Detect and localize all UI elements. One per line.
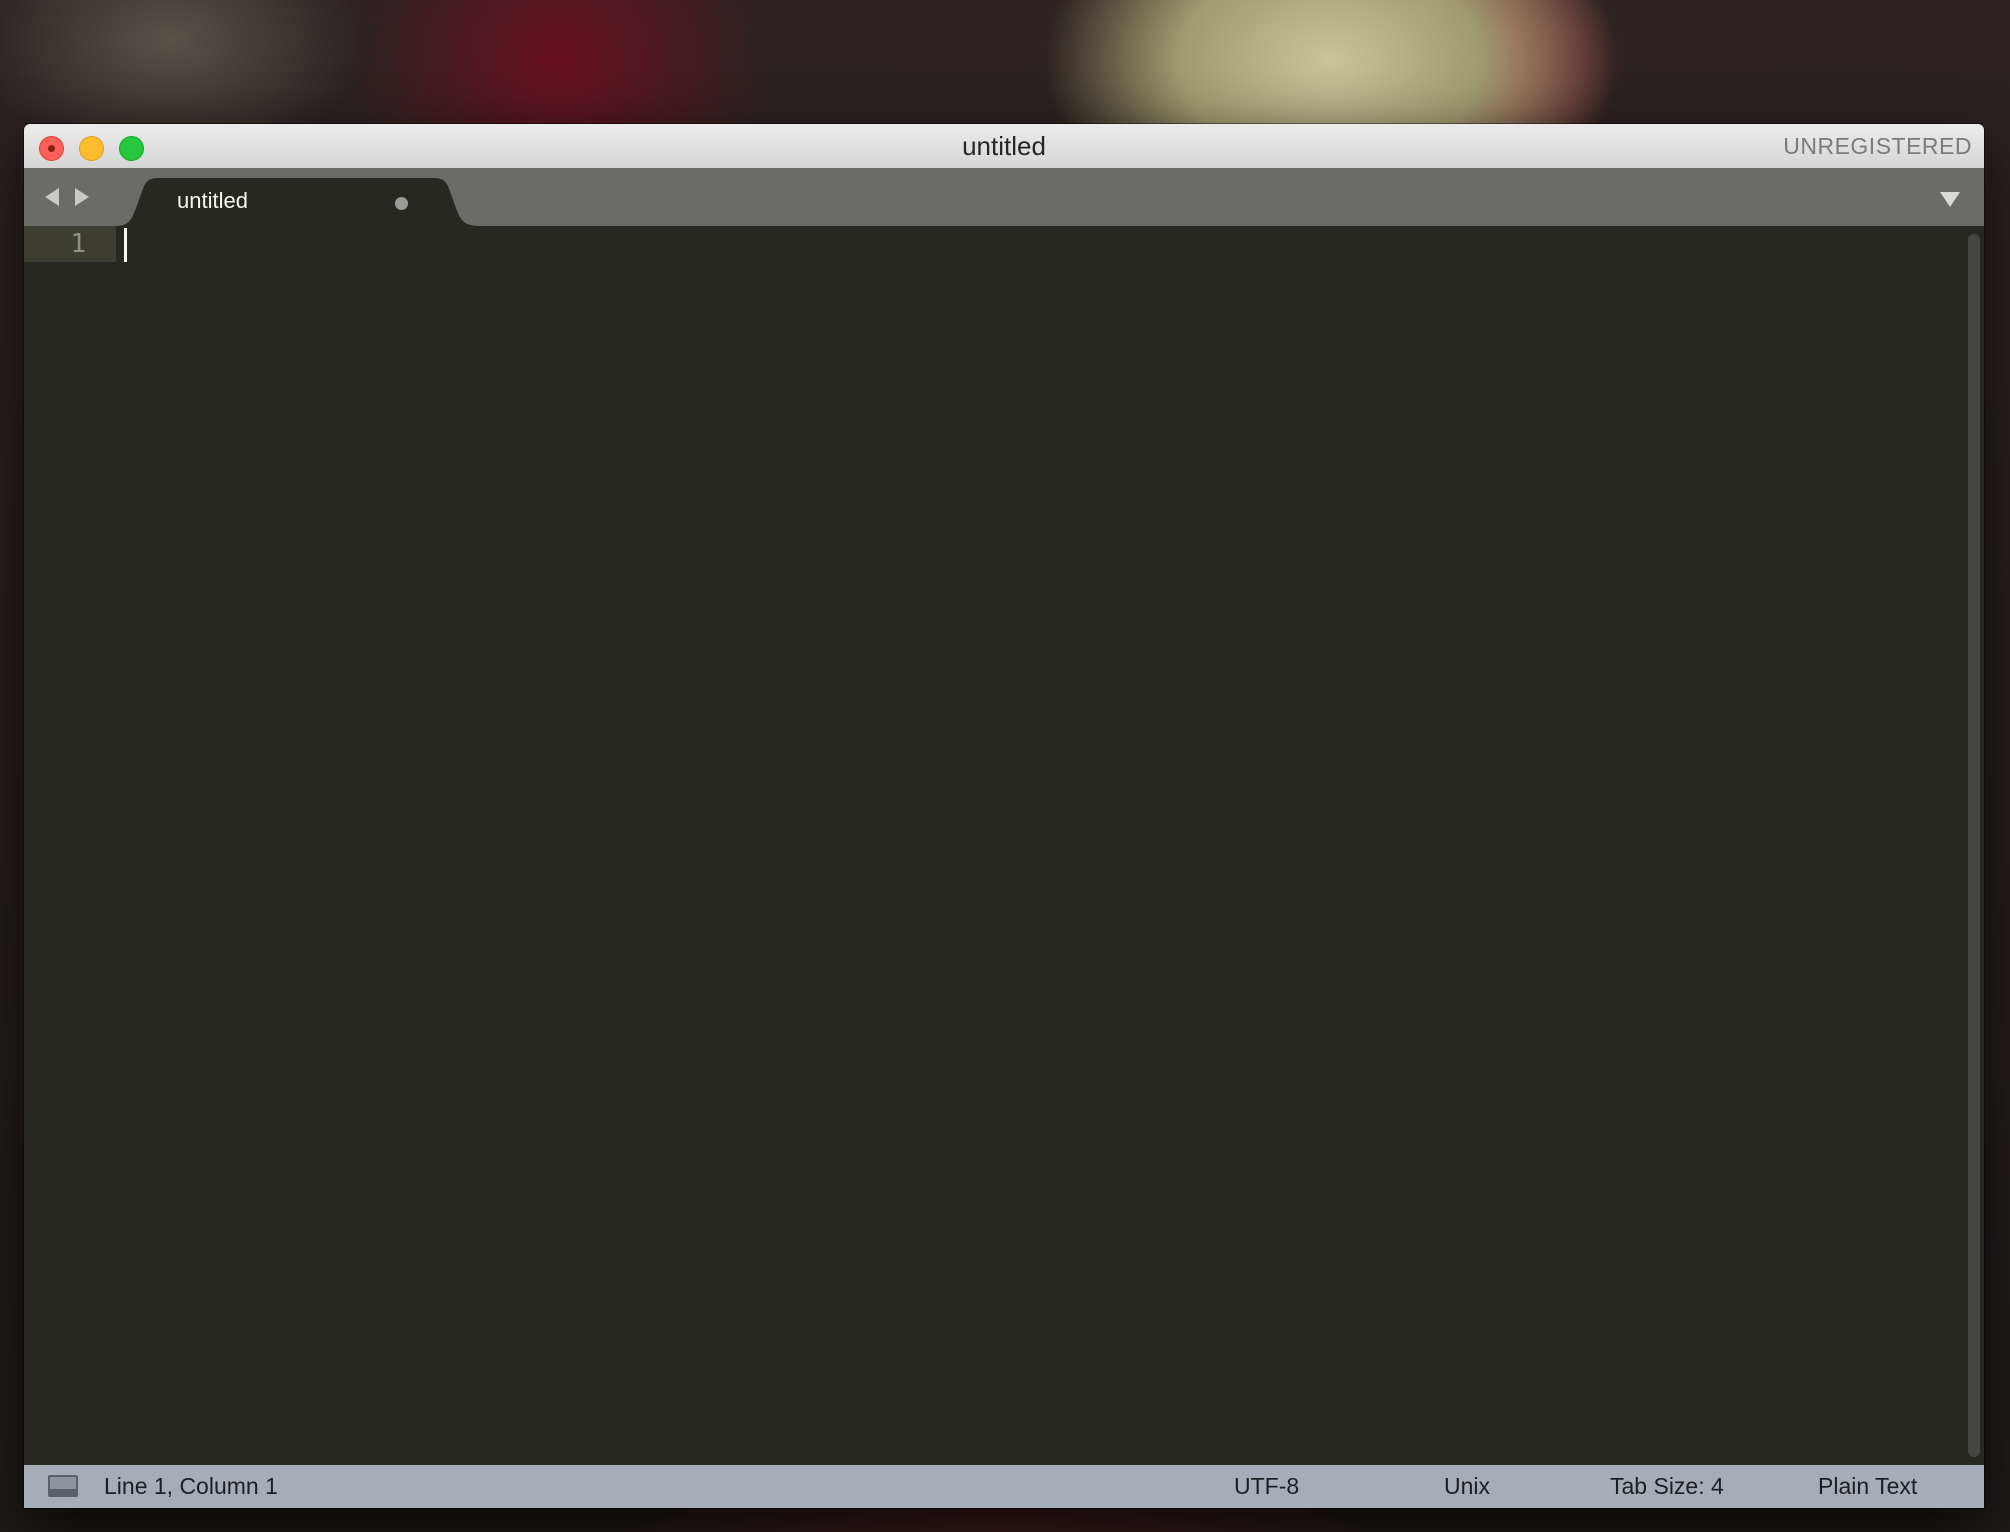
status-bar: Line 1, Column 1 UTF-8 Unix Tab Size: 4 … [24,1465,1984,1508]
tab-bar: untitled [24,168,1984,226]
syntax-selector[interactable]: Plain Text [1818,1465,1917,1508]
text-caret [124,228,127,262]
encoding-selector[interactable]: UTF-8 [1234,1465,1299,1508]
editor-window: untitled UNREGISTERED untitled 1 Line 1,… [24,124,1984,1508]
window-title: untitled [962,131,1046,161]
line-endings-selector[interactable]: Unix [1444,1465,1490,1508]
tab-shape [116,178,480,226]
line-number-gutter: 1 [24,226,116,1465]
tab-overflow-dropdown-icon[interactable] [1940,192,1960,207]
unsaved-dot-icon[interactable] [395,197,408,210]
tab-untitled[interactable]: untitled [116,178,480,226]
title-bar[interactable]: untitled UNREGISTERED [24,124,1984,169]
chevron-left-icon[interactable] [45,188,59,206]
text-editor[interactable]: 1 [24,226,1984,1465]
vertical-scrollbar[interactable] [1968,234,1980,1457]
cursor-position: Line 1, Column 1 [104,1473,278,1499]
chevron-right-icon[interactable] [75,188,89,206]
license-status: UNREGISTERED [1783,133,1972,159]
tab-size-selector[interactable]: Tab Size: 4 [1610,1465,1724,1508]
panel-toggle-icon[interactable] [48,1475,78,1497]
tab-label: untitled [177,188,248,213]
line-number: 1 [70,229,86,259]
